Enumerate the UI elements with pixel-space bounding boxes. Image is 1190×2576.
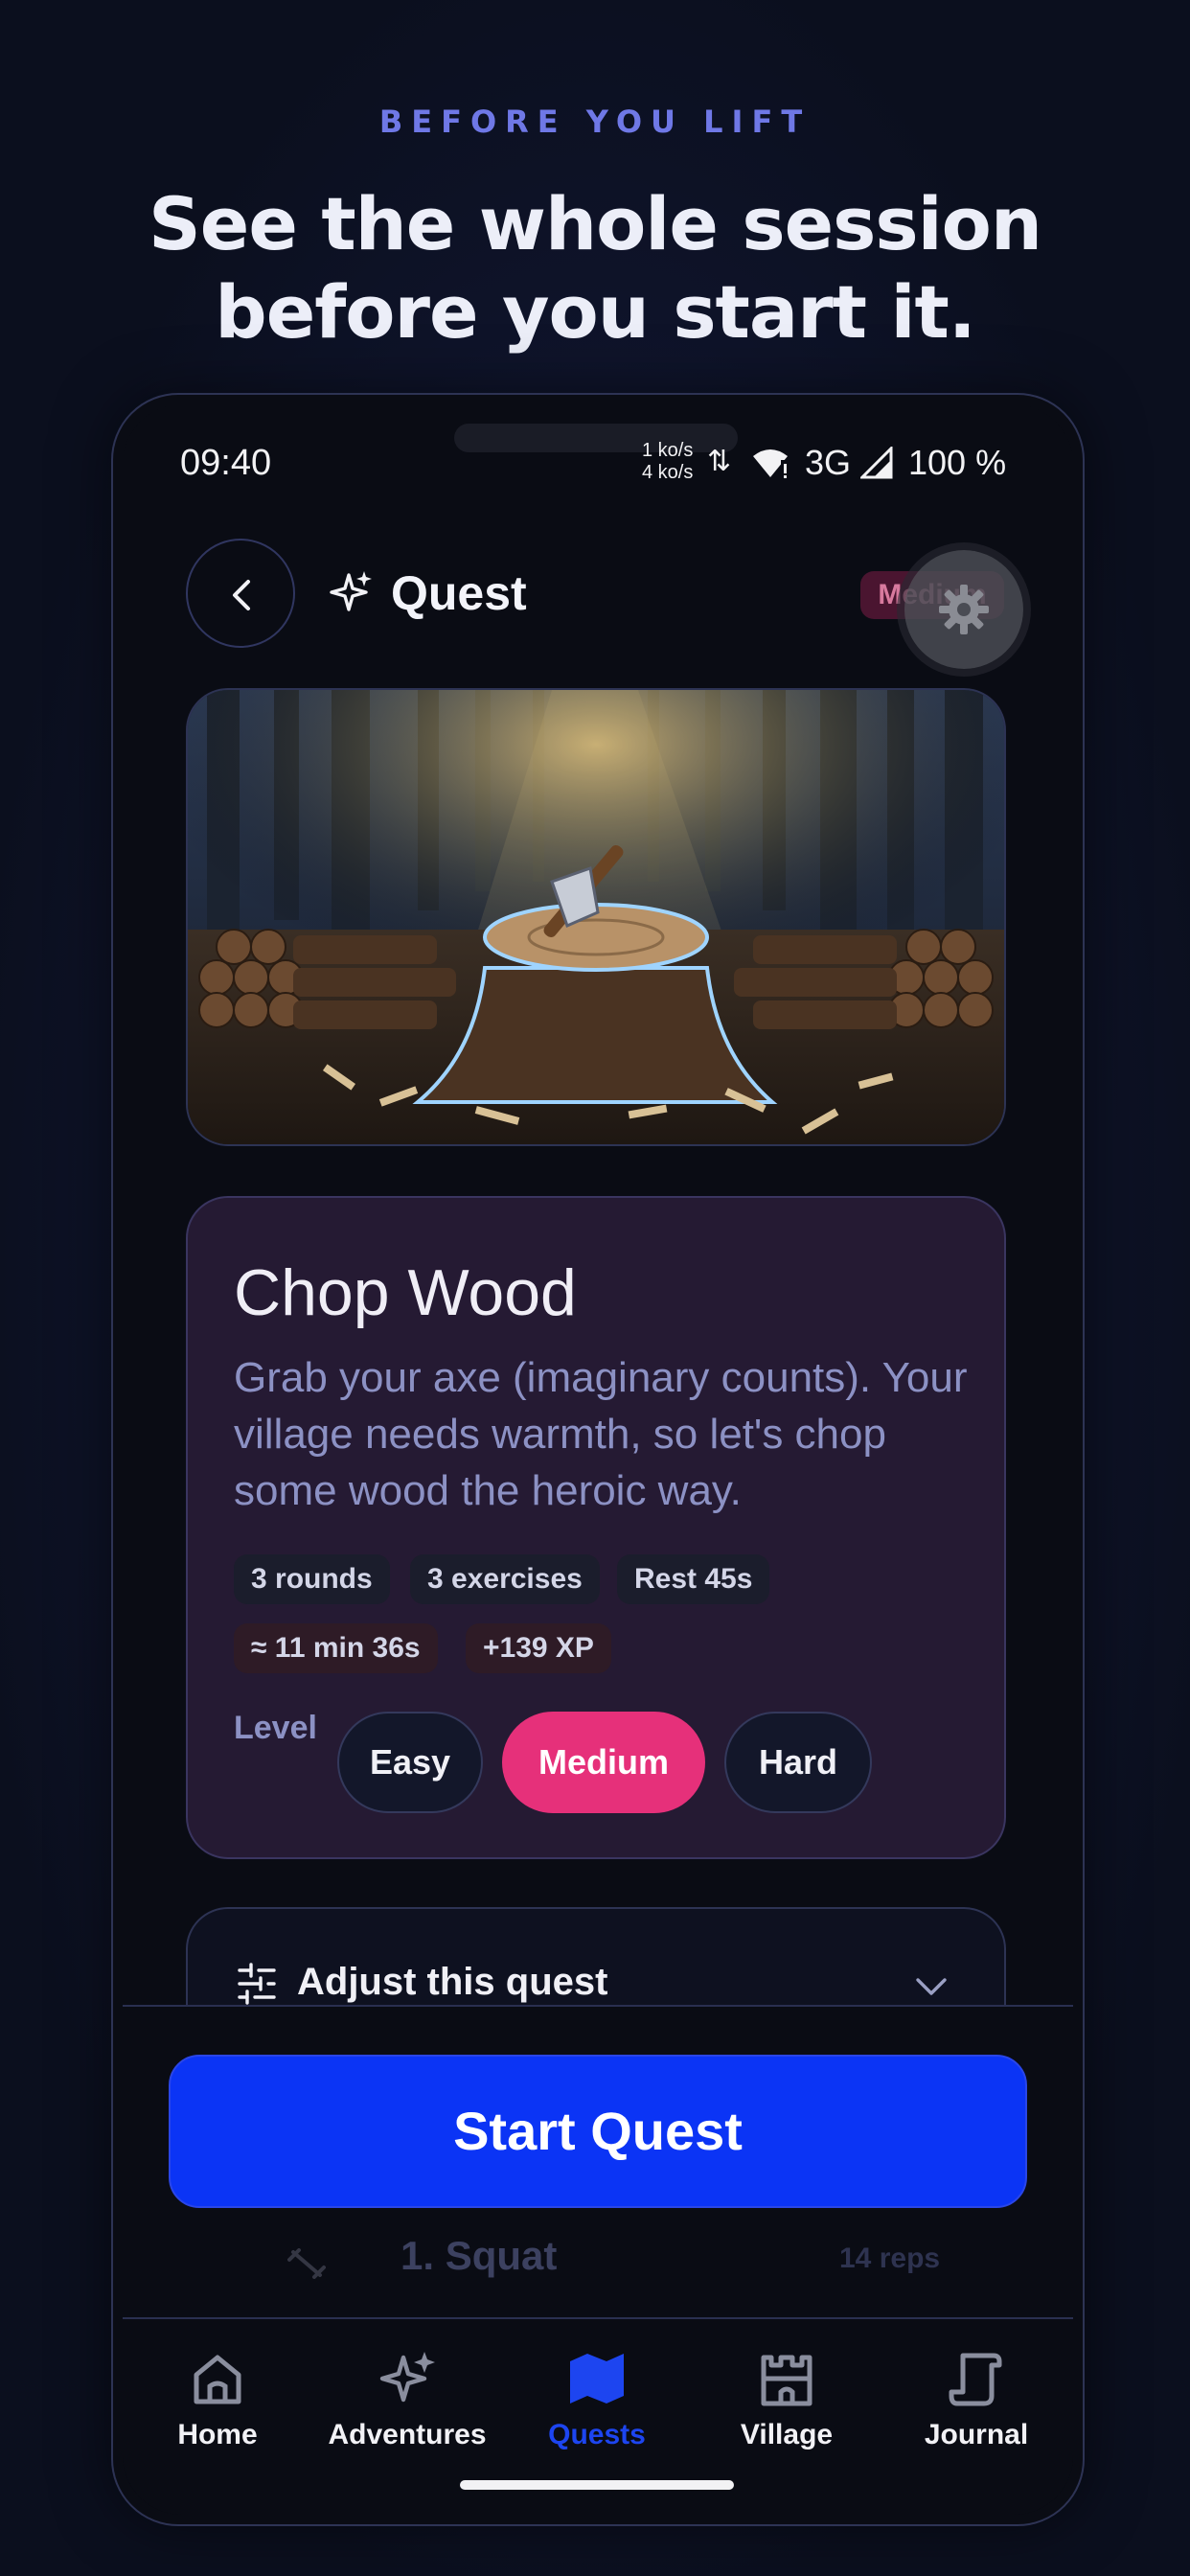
tab-journal[interactable]: Journal: [881, 2348, 1071, 2451]
tab-village[interactable]: Village: [692, 2348, 881, 2451]
chip-rest: Rest 45s: [617, 1554, 770, 1604]
promo-headline-line2: before you start it.: [215, 269, 975, 355]
home-indicator[interactable]: [460, 2480, 734, 2490]
quest-name: Chop Wood: [234, 1256, 577, 1329]
exercise-peek-name: 1. Squat: [400, 2233, 558, 2278]
scroll-icon: [949, 2353, 1002, 2406]
back-button[interactable]: [186, 539, 295, 648]
status-speed-down: 4 ko/s: [642, 462, 694, 483]
tab-quests-label: Quests: [548, 2419, 646, 2450]
dumbbell-icon: [287, 2248, 326, 2279]
sparkle-icon: [379, 2352, 435, 2403]
chip-xp: +139 XP: [466, 1623, 611, 1673]
tab-adventures-label: Adventures: [328, 2419, 487, 2450]
promo-headline-line1: See the whole session: [149, 181, 1042, 266]
wifi-icon: [753, 449, 788, 478]
status-speed: 1 ko/s 4 ko/s: [642, 440, 693, 484]
page-title: Quest: [391, 566, 527, 620]
chip-duration: ≈ 11 min 36s: [234, 1623, 438, 1673]
status-time: 09:40: [180, 443, 272, 483]
tab-journal-label: Journal: [924, 2419, 1029, 2450]
quest-card: Chop Wood Grab your axe (imaginary count…: [186, 1196, 1006, 1859]
promo-eyebrow: BEFORE YOU LIFT: [378, 104, 812, 140]
forest-axe-illustration: [188, 690, 1004, 1144]
chevron-down-icon: [916, 1978, 947, 1995]
network-type: 3G: [805, 443, 852, 482]
tab-home-label: Home: [177, 2419, 258, 2450]
tab-quests[interactable]: Quests: [502, 2348, 692, 2451]
level-hard-button[interactable]: Hard: [724, 1712, 872, 1813]
data-transfer-icon: ⇅: [707, 446, 732, 477]
level-label: Level: [234, 1710, 317, 1746]
sparkle-icon: [330, 571, 372, 611]
exercise-peek-reps: 14 reps: [839, 2242, 941, 2274]
phone-screen: 09:40 1 ko/s 4 ko/s ⇅ 3G 100 % Quest Cho…: [123, 404, 1073, 2515]
tab-village-label: Village: [740, 2419, 834, 2450]
tab-adventures[interactable]: Adventures: [312, 2348, 502, 2451]
settings-button[interactable]: [904, 550, 1023, 669]
gear-icon: [939, 585, 989, 634]
promo-headline: See the whole session before you start i…: [0, 180, 1190, 356]
status-speed-up: 1 ko/s: [642, 440, 694, 461]
level-medium-button[interactable]: Medium: [502, 1712, 705, 1813]
castle-icon: [761, 2355, 812, 2406]
map-icon: [570, 2354, 624, 2404]
sliders-icon: [238, 1963, 276, 2005]
adjust-quest-label: Adjust this quest: [297, 1961, 608, 2003]
camera-notch: [454, 424, 738, 452]
phone-frame: 09:40 1 ko/s 4 ko/s ⇅ 3G 100 % Quest Cho…: [111, 393, 1085, 2526]
chip-rounds: 3 rounds: [234, 1554, 390, 1604]
battery-level: 100 %: [908, 443, 1007, 482]
home-icon: [194, 2355, 241, 2404]
signal-icon: [860, 447, 893, 479]
level-easy-button[interactable]: Easy: [337, 1712, 483, 1813]
quest-illustration: [186, 688, 1006, 1146]
chip-exercises: 3 exercises: [410, 1554, 600, 1604]
quest-description: Grab your axe (imaginary counts). Your v…: [234, 1354, 968, 1514]
start-quest-button[interactable]: Start Quest: [169, 2055, 1027, 2208]
chevron-left-icon: [233, 580, 250, 610]
tab-home[interactable]: Home: [123, 2348, 312, 2451]
